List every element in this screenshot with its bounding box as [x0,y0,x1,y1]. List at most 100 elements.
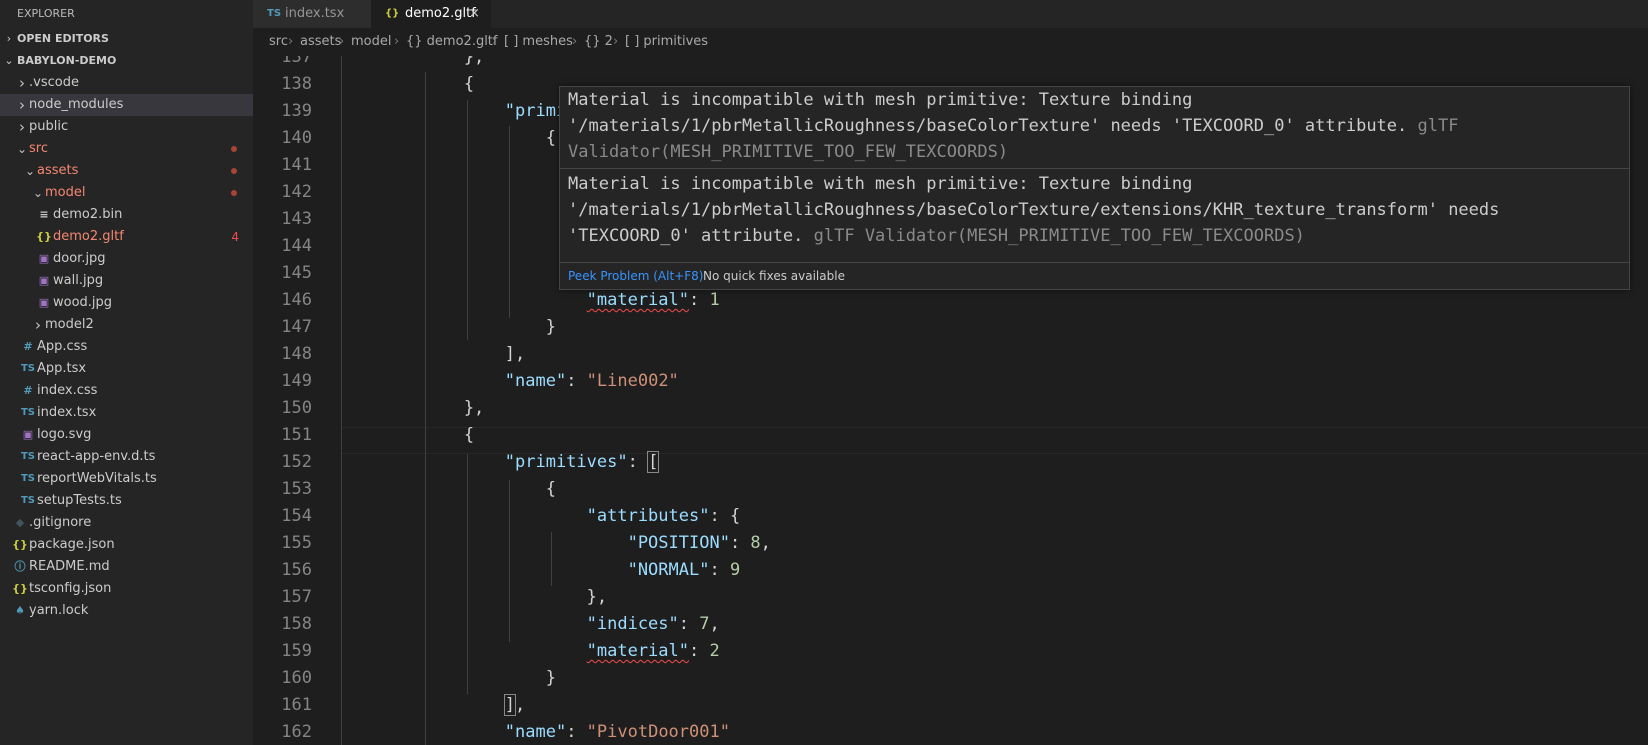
tree-item-demo2-bin[interactable]: ≡ demo2.bin [0,204,253,226]
code-punctuation [341,290,587,310]
tree-item-wood-jpg[interactable]: ▣ wood.jpg [0,292,253,314]
code-punctuation: , [515,695,526,715]
tree-item-reportwebvitals-ts[interactable]: TS reportWebVitals.ts [0,468,253,490]
tree-item-demo2-gltf[interactable]: {} demo2.gltf 4 [0,226,253,248]
code-line: }, [341,395,484,422]
tree-item-public[interactable]: › public [0,116,253,138]
json-key: "name" [504,371,567,391]
code-punctuation: , [709,614,720,634]
code-line: "name": "Line002" [341,368,679,395]
json-number: 8 [750,533,761,553]
tree-item-wall-jpg[interactable]: ▣ wall.jpg [0,270,253,292]
open-editors-section[interactable]: › OPEN EDITORS [0,28,253,50]
tree-item-tsconfig-json[interactable]: {} tsconfig.json [0,578,253,600]
tree-item--vscode[interactable]: › .vscode [0,72,253,94]
problem-message-line: '/materials/1/pbrMetallicRoughness/baseC… [568,197,1499,224]
problem-source: Validator(MESH_PRIMITIVE_TOO_FEW_TEXCOOR… [568,142,1009,162]
breadcrumb-segment[interactable]: assets [300,28,341,56]
css-file-icon: # [23,340,33,353]
line-number: 146 [281,290,312,310]
code-punctuation [341,533,628,553]
tree-item-app-tsx[interactable]: TS App.tsx [0,358,253,380]
json-file-icon: {} [36,230,52,243]
chevron-right-icon: › [288,34,294,49]
code-punctuation: }, [341,587,608,607]
line-number: 160 [281,668,312,688]
tree-item-app-css[interactable]: # App.css [0,336,253,358]
breadcrumb-segment[interactable]: model [351,28,391,56]
tree-item-yarn-lock[interactable]: ♠ yarn.lock [0,600,253,622]
code-punctuation [341,371,505,391]
tab-demo2-gltf[interactable]: {} demo2.gltf × [371,0,491,28]
tree-item-label: src [29,141,48,156]
tree-item-react-app-env-d-ts[interactable]: TS react-app-env.d.ts [0,446,253,468]
code-line: "material": 1 [341,287,720,314]
code-punctuation [341,452,505,472]
breadcrumb-segment[interactable]: [ ] meshes [504,28,573,56]
line-number: 141 [281,155,312,175]
tree-item-label: setupTests.ts [37,493,122,508]
modified-dot-icon [231,168,237,174]
tree-item-setuptests-ts[interactable]: TS setupTests.ts [0,490,253,512]
chevron-right-icon: › [339,34,345,49]
tree-item--gitignore[interactable]: ◆ .gitignore [0,512,253,534]
code-punctuation: : [566,722,587,742]
code-punctuation: , [760,533,771,553]
breadcrumb-segment[interactable]: [ ] primitives [625,28,708,56]
no-quick-fixes-label: No quick fixes available [703,269,845,283]
json-key-error: "material" [586,641,689,661]
tree-item-model[interactable]: ⌄ model [0,182,253,204]
code-line: }, [341,584,607,611]
tree-item-src[interactable]: ⌄ src [0,138,253,160]
tree-item-assets[interactable]: ⌄ assets [0,160,253,182]
line-number: 137 [281,56,312,67]
tree-item-label: public [29,119,69,134]
chevron-down-icon: ⌄ [24,164,36,178]
breadcrumb-segment[interactable]: {} demo2.gltf [406,28,497,56]
close-icon[interactable]: × [469,0,480,28]
typescript-file-icon: TS [20,407,36,418]
tree-item-door-jpg[interactable]: ▣ door.jpg [0,248,253,270]
line-number: 156 [281,560,312,580]
code-punctuation: { [341,479,556,499]
peek-problem-link[interactable]: Peek Problem (Alt+F8) [568,263,703,289]
typescript-file-icon: TS [20,451,36,462]
code-line: } [341,314,556,341]
code-line: "POSITION": 8, [341,530,771,557]
chevron-right-icon: › [19,118,25,136]
tree-item-index-css[interactable]: # index.css [0,380,253,402]
breadcrumb-segment[interactable]: src [269,28,288,56]
open-editors-label: OPEN EDITORS [17,32,109,45]
json-number: 1 [709,290,720,310]
tree-item-index-tsx[interactable]: TS index.tsx [0,402,253,424]
breadcrumb-segment[interactable]: {} 2 [584,28,613,56]
tree-item-logo-svg[interactable]: ▣ logo.svg [0,424,253,446]
tab-index-tsx[interactable]: TS index.tsx [253,0,371,28]
typescript-file-icon: TS [267,8,282,19]
line-number: 142 [281,182,312,202]
tree-item-label: package.json [29,537,115,552]
line-number: 147 [281,317,312,337]
chevron-down-icon: ⌄ [16,142,28,156]
line-number: 149 [281,371,312,391]
tree-item-model2[interactable]: › model2 [0,314,253,336]
modified-dot-icon [231,146,237,152]
json-key: "indices" [586,614,679,634]
line-number: 151 [281,425,312,445]
json-file-icon: {} [12,538,28,551]
tree-item-readme-md[interactable]: ⓘ README.md [0,556,253,578]
code-punctuation [341,560,628,580]
line-number: 144 [281,236,312,256]
tree-item-node-modules[interactable]: › node_modules [0,94,253,116]
image-file-icon: ▣ [38,274,50,287]
project-section[interactable]: ⌄ BABYLON-DEMO [0,50,253,72]
tree-item-package-json[interactable]: {} package.json [0,534,253,556]
hover-status-bar: Peek Problem (Alt+F8) No quick fixes ava… [560,262,1629,289]
json-file-icon: {} [12,582,28,595]
chevron-right-icon: › [19,96,25,114]
line-number: 158 [281,614,312,634]
info-file-icon: ⓘ [14,560,26,573]
tree-item-label: index.tsx [37,405,97,420]
git-file-icon: ◆ [15,516,25,529]
code-line: { [341,125,556,152]
